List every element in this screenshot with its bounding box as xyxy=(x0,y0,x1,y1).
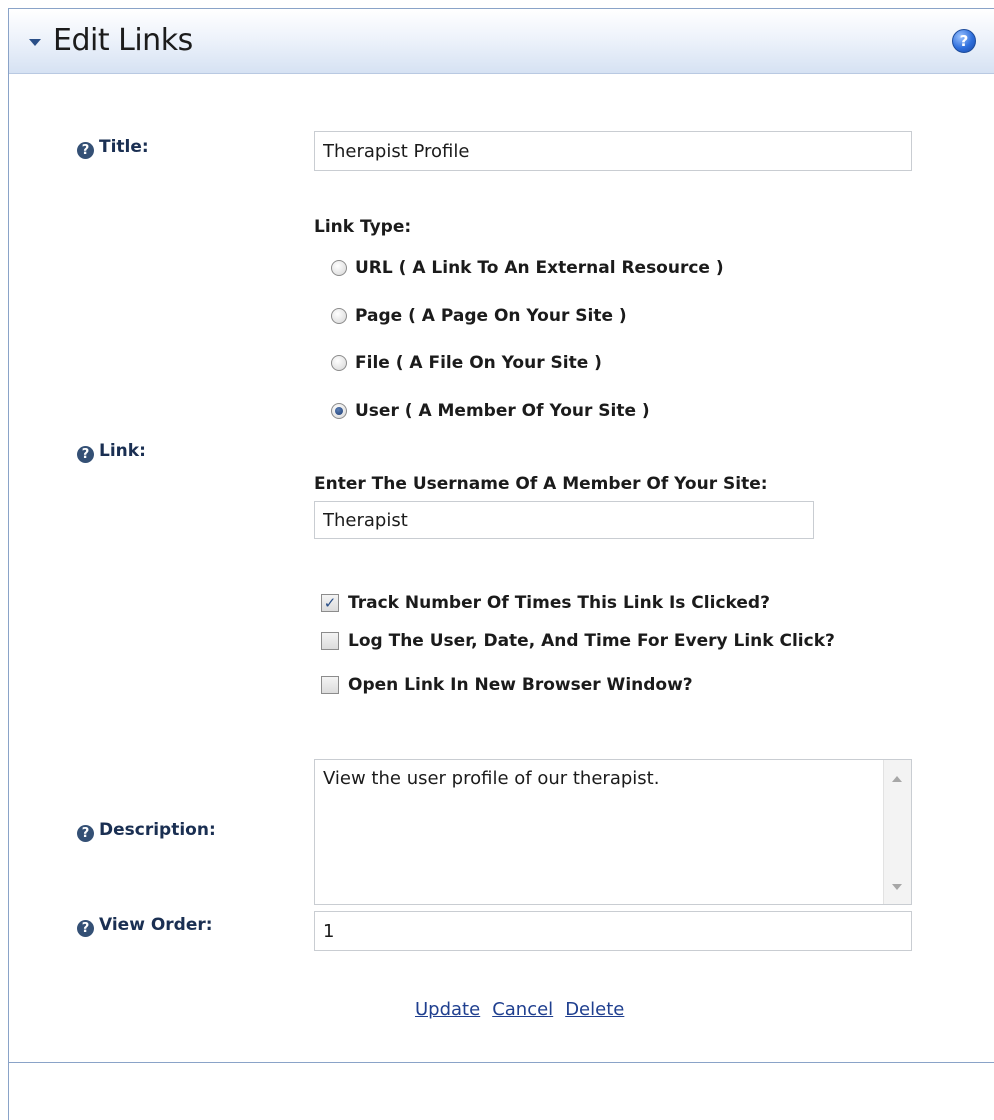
radio-button[interactable] xyxy=(331,260,347,276)
scroll-down-arrow-icon[interactable] xyxy=(892,884,902,890)
question-icon[interactable]: ? xyxy=(77,142,94,159)
radio-button[interactable] xyxy=(331,355,347,371)
new-window-label: Open Link In New Browser Window? xyxy=(348,675,693,695)
track-clicks-checkbox-row[interactable]: ✓ Track Number Of Times This Link Is Cli… xyxy=(321,591,770,615)
new-window-checkbox-row[interactable]: Open Link In New Browser Window? xyxy=(321,673,693,697)
radio-url[interactable]: URL ( A Link To An External Resource ) xyxy=(331,256,724,280)
radio-button-selected[interactable] xyxy=(331,403,347,419)
cancel-link[interactable]: Cancel xyxy=(492,999,553,1020)
checkbox[interactable] xyxy=(321,632,339,650)
question-icon[interactable]: ? xyxy=(77,920,94,937)
question-icon[interactable]: ? xyxy=(77,825,94,842)
view-order-label: View Order: xyxy=(99,915,213,935)
radio-user-label: User ( A Member Of Your Site ) xyxy=(355,401,650,421)
title-label-row: ? Title: xyxy=(77,137,149,159)
checkbox[interactable] xyxy=(321,676,339,694)
view-order-input[interactable] xyxy=(314,911,912,951)
view-order-label-row: ? View Order: xyxy=(77,915,213,937)
radio-user[interactable]: User ( A Member Of Your Site ) xyxy=(331,399,650,423)
edit-links-panel: Edit Links ? ? Title: Link Type: URL ( A … xyxy=(8,8,994,1120)
description-label: Description: xyxy=(99,820,216,840)
radio-page-label: Page ( A Page On Your Site ) xyxy=(355,306,627,326)
description-textarea[interactable]: View the user profile of our therapist. xyxy=(314,759,912,905)
track-clicks-label: Track Number Of Times This Link Is Click… xyxy=(348,593,770,613)
log-clicks-checkbox-row[interactable]: Log The User, Date, And Time For Every L… xyxy=(321,629,835,653)
question-icon[interactable]: ? xyxy=(77,446,94,463)
title-input[interactable] xyxy=(314,131,912,171)
scroll-up-arrow-icon[interactable] xyxy=(892,776,902,782)
delete-link[interactable]: Delete xyxy=(565,999,624,1020)
radio-url-label: URL ( A Link To An External Resource ) xyxy=(355,258,724,278)
help-circle-icon[interactable]: ? xyxy=(952,29,976,53)
action-links: Update Cancel Delete xyxy=(415,999,636,1020)
log-clicks-label: Log The User, Date, And Time For Every L… xyxy=(348,631,835,651)
title-label: Title: xyxy=(99,137,149,157)
radio-file-label: File ( A File On Your Site ) xyxy=(355,353,602,373)
radio-file[interactable]: File ( A File On Your Site ) xyxy=(331,351,602,375)
checkbox-checked[interactable]: ✓ xyxy=(321,594,339,612)
link-type-label: Link Type: xyxy=(314,217,412,237)
radio-button[interactable] xyxy=(331,308,347,324)
username-label: Enter The Username Of A Member Of Your S… xyxy=(314,474,768,494)
description-label-row: ? Description: xyxy=(77,820,216,842)
description-text: View the user profile of our therapist. xyxy=(323,768,660,789)
panel-title: Edit Links xyxy=(53,23,193,58)
collapse-arrow-icon[interactable] xyxy=(29,39,41,46)
radio-page[interactable]: Page ( A Page On Your Site ) xyxy=(331,304,627,328)
username-input[interactable] xyxy=(314,501,814,539)
textarea-scrollbar[interactable] xyxy=(883,760,911,904)
update-link[interactable]: Update xyxy=(415,999,480,1020)
link-label: Link: xyxy=(99,441,146,461)
panel-header: Edit Links ? xyxy=(9,9,994,74)
footer-divider xyxy=(9,1062,994,1063)
link-label-row: ? Link: xyxy=(77,441,146,463)
